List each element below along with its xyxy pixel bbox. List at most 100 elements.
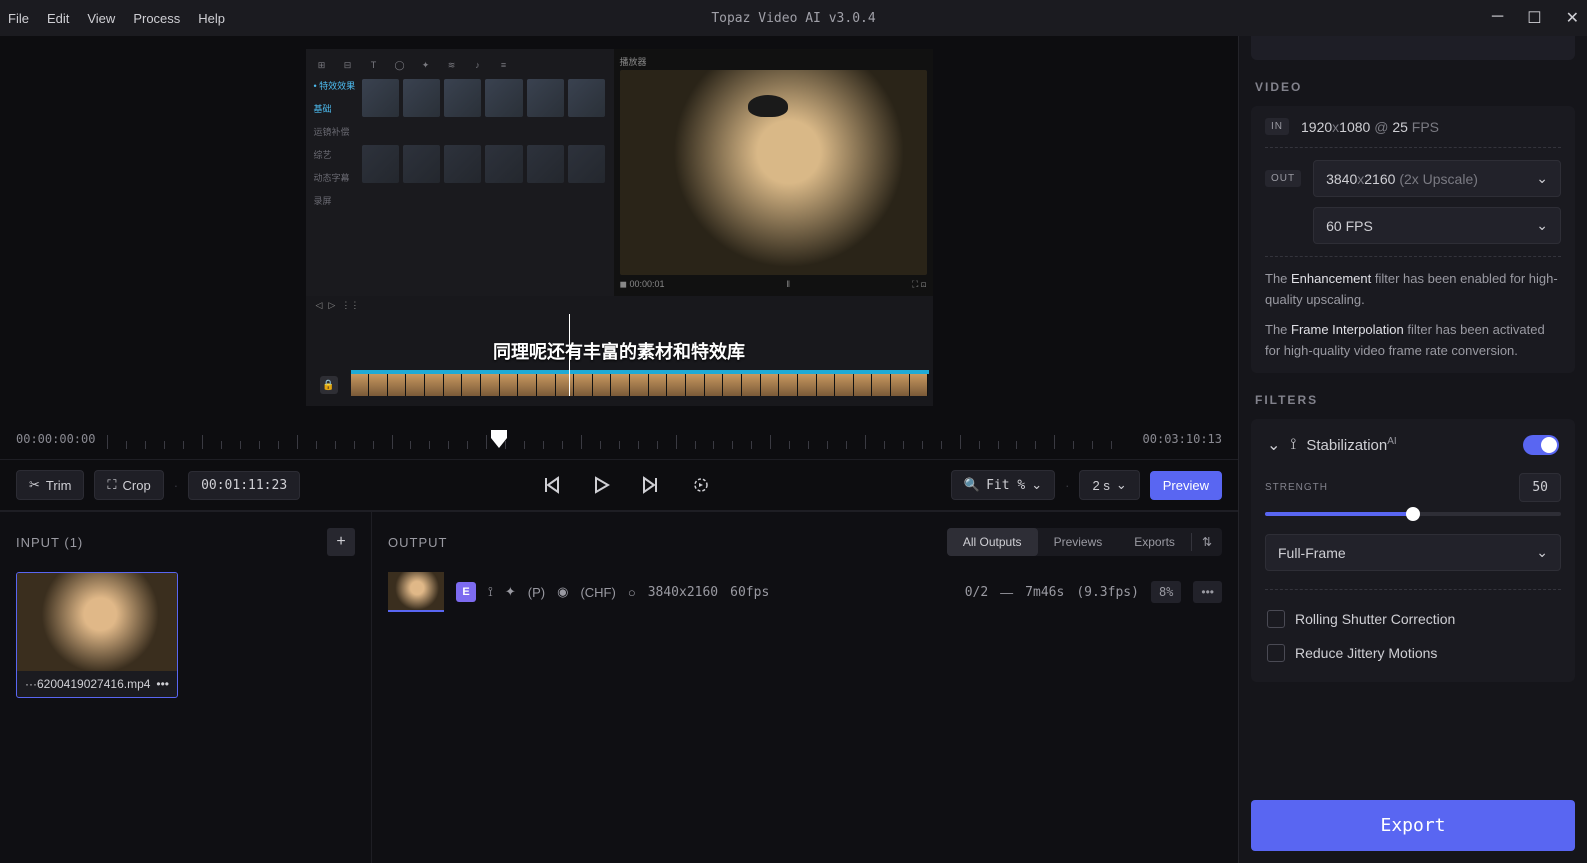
loop-button[interactable] <box>692 476 710 494</box>
output-dash: — <box>1000 585 1013 600</box>
playhead-icon[interactable] <box>491 430 507 448</box>
rolling-shutter-checkbox[interactable] <box>1267 610 1285 628</box>
video-section-header: VIDEO <box>1239 70 1587 96</box>
asset-thumb <box>485 145 522 183</box>
timecode-end: 00:03:10:13 <box>1143 432 1222 446</box>
output-res: 3840x2160 <box>648 585 718 600</box>
in-height: 1080 <box>1339 119 1370 135</box>
reduce-jitter-checkbox[interactable] <box>1267 644 1285 662</box>
side-cat: • 特效效果 <box>314 79 358 92</box>
tab-previews[interactable]: Previews <box>1038 528 1119 556</box>
asset-thumb <box>362 145 399 183</box>
filter-stabilization: Stabilization <box>1306 437 1387 454</box>
output-row[interactable]: E ⟟ ✦ (P) ◉ (CHF) ○ 3840x2160 60fps 0/2 … <box>388 572 1222 612</box>
enhance-icon: ✦ <box>505 584 516 600</box>
zoom-fit-select[interactable]: 🔍Fit %⌄ <box>951 470 1055 500</box>
stabilization-toggle[interactable] <box>1523 435 1559 455</box>
menu-edit[interactable]: Edit <box>47 11 69 26</box>
chevron-down-icon: ⌄ <box>1536 170 1548 187</box>
out-resolution-select[interactable]: 3840x2160 (2x Upscale) ⌄ <box>1313 160 1561 197</box>
strength-slider[interactable] <box>1265 512 1561 516</box>
tab-exports[interactable]: Exports <box>1118 528 1191 556</box>
minimize-button[interactable]: ─ <box>1492 8 1503 28</box>
prev-frame-button[interactable] <box>542 476 560 494</box>
crop-button[interactable]: ⛶Crop <box>94 470 163 500</box>
close-button[interactable]: ✕ <box>1566 8 1579 28</box>
preview-area[interactable]: ⊞ ⊟ T ◯ ✦ ≋ ♪ ≡ • 特效效果 基础 <box>0 36 1238 419</box>
editor-icon: ⊞ <box>314 57 330 73</box>
video-frame <box>620 70 927 275</box>
output-header: OUTPUT <box>388 535 447 550</box>
preview-button[interactable]: Preview <box>1150 471 1222 500</box>
filters-section-header: FILTERS <box>1239 383 1587 409</box>
circle-icon: ○ <box>628 585 636 600</box>
reduce-jitter-label: Reduce Jittery Motions <box>1295 645 1437 661</box>
timecode-start: 00:00:00:00 <box>16 432 95 446</box>
editor-icon: ≋ <box>444 57 460 73</box>
chevron-down-icon: ⌄ <box>1536 544 1548 561</box>
stabilization-mode-select[interactable]: Full-Frame ⌄ <box>1265 534 1561 571</box>
asset-thumb <box>485 79 522 117</box>
asset-thumb <box>527 79 564 117</box>
stabilize-icon: ⟟ <box>1290 436 1296 454</box>
out-fps-select[interactable]: 60 FPS ⌄ <box>1313 207 1561 244</box>
tab-all-outputs[interactable]: All Outputs <box>947 528 1038 556</box>
output-fps: 60fps <box>730 585 769 600</box>
export-button[interactable]: Export <box>1251 800 1575 851</box>
editor-icon: ♪ <box>470 57 486 73</box>
menu-file[interactable]: File <box>8 11 29 26</box>
titlebar: File Edit View Process Help Topaz Video … <box>0 0 1587 36</box>
timeline-ruler[interactable] <box>107 427 1130 451</box>
enhancement-info: The Enhancement filter has been enabled … <box>1265 269 1561 310</box>
maximize-button[interactable]: ☐ <box>1527 8 1541 28</box>
scissors-icon: ✂ <box>29 477 40 493</box>
more-icon[interactable]: ••• <box>156 677 169 691</box>
editor-icon: ≡ <box>496 57 512 73</box>
editor-icon: ◯ <box>392 57 408 73</box>
output-time: 7m46s <box>1025 585 1064 600</box>
sort-button[interactable]: ⇅ <box>1192 529 1222 555</box>
asset-thumb <box>527 145 564 183</box>
next-frame-button[interactable] <box>642 476 660 494</box>
output-chf: (CHF) <box>580 585 615 600</box>
chevron-down-icon[interactable]: ⌄ <box>1267 435 1280 455</box>
asset-thumb <box>403 145 440 183</box>
timecode-current[interactable]: 00:01:11:23 <box>188 471 300 500</box>
chevron-down-icon: ⌄ <box>1116 477 1127 493</box>
app-title: Topaz Video AI v3.0.4 <box>711 11 875 26</box>
output-progress: 0/2 <box>965 585 988 600</box>
preview-length-select[interactable]: 2 s ⌄ <box>1079 470 1139 500</box>
asset-thumb <box>444 79 481 117</box>
editor-timeline <box>351 374 929 396</box>
menu-bar: File Edit View Process Help <box>8 11 225 26</box>
rolling-shutter-label: Rolling Shutter Correction <box>1295 611 1455 627</box>
add-input-button[interactable]: + <box>327 528 355 556</box>
asset-thumb <box>403 79 440 117</box>
asset-thumb <box>568 145 605 183</box>
side-cat: 综艺 <box>314 148 358 161</box>
side-cat: 基础 <box>314 102 358 115</box>
menu-process[interactable]: Process <box>133 11 180 26</box>
lock-icon: 🔒 <box>320 376 338 394</box>
trim-button[interactable]: ✂Trim <box>16 470 84 500</box>
menu-help[interactable]: Help <box>198 11 225 26</box>
play-button[interactable] <box>592 476 610 494</box>
in-tag: IN <box>1265 118 1289 135</box>
output-more-button[interactable]: ••• <box>1193 581 1222 603</box>
menu-view[interactable]: View <box>87 11 115 26</box>
editor-icon: T <box>366 57 382 73</box>
player-label: 播放器 <box>620 55 927 68</box>
chevron-down-icon: ⌄ <box>1536 217 1548 234</box>
side-cat: 录屏 <box>314 194 358 207</box>
input-header: INPUT (1) <box>16 535 83 550</box>
editor-playhead <box>569 314 570 396</box>
output-percent: 8% <box>1151 581 1181 603</box>
input-thumbnail <box>17 573 177 671</box>
output-rate: (9.3fps) <box>1076 585 1139 600</box>
strength-label: STRENGTH <box>1265 482 1328 493</box>
side-cat: 动态字幕 <box>314 171 358 184</box>
input-card[interactable]: ···6200419027416.mp4••• <box>16 572 178 698</box>
video-subtitle: 同理呢还有丰富的素材和特效库 <box>493 338 745 364</box>
strength-value[interactable]: 50 <box>1519 473 1561 502</box>
asset-thumb <box>444 145 481 183</box>
